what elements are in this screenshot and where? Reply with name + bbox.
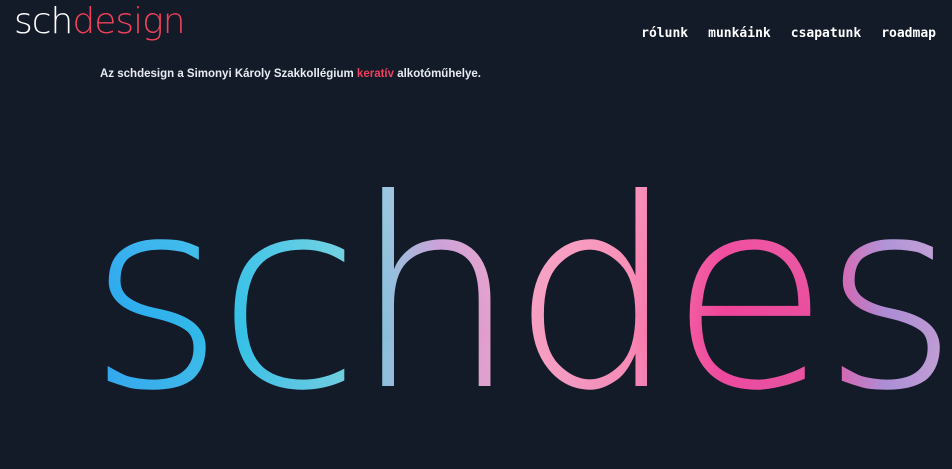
logo-sch: sch <box>14 1 73 42</box>
nav-item-munkaink[interactable]: munkáink <box>708 26 771 41</box>
nav-item-csapatunk[interactable]: csapatunk <box>791 26 861 41</box>
tagline-highlight: keratív <box>356 68 395 80</box>
tagline-text-start: Az schdesign a Simonyi Károly Szakkollég… <box>100 68 357 80</box>
hero-wordmark: schdes schdes <box>0 140 952 469</box>
hero-wordmark-sheen: schdes <box>88 143 951 448</box>
logo-design: design <box>72 1 185 42</box>
nav-item-rolunk[interactable]: rólunk <box>641 26 688 41</box>
nav-item-roadmap[interactable]: roadmap <box>881 26 936 41</box>
logo[interactable]: schdesign <box>14 1 186 42</box>
tagline-text-end: alkotóműhelye. <box>394 68 481 80</box>
tagline: Az schdesign a Simonyi Károly Szakkollég… <box>100 68 481 80</box>
page: schdesign rólunk munkáink csapatunk road… <box>0 0 952 469</box>
main-nav: rólunk munkáink csapatunk roadmap <box>641 26 936 41</box>
